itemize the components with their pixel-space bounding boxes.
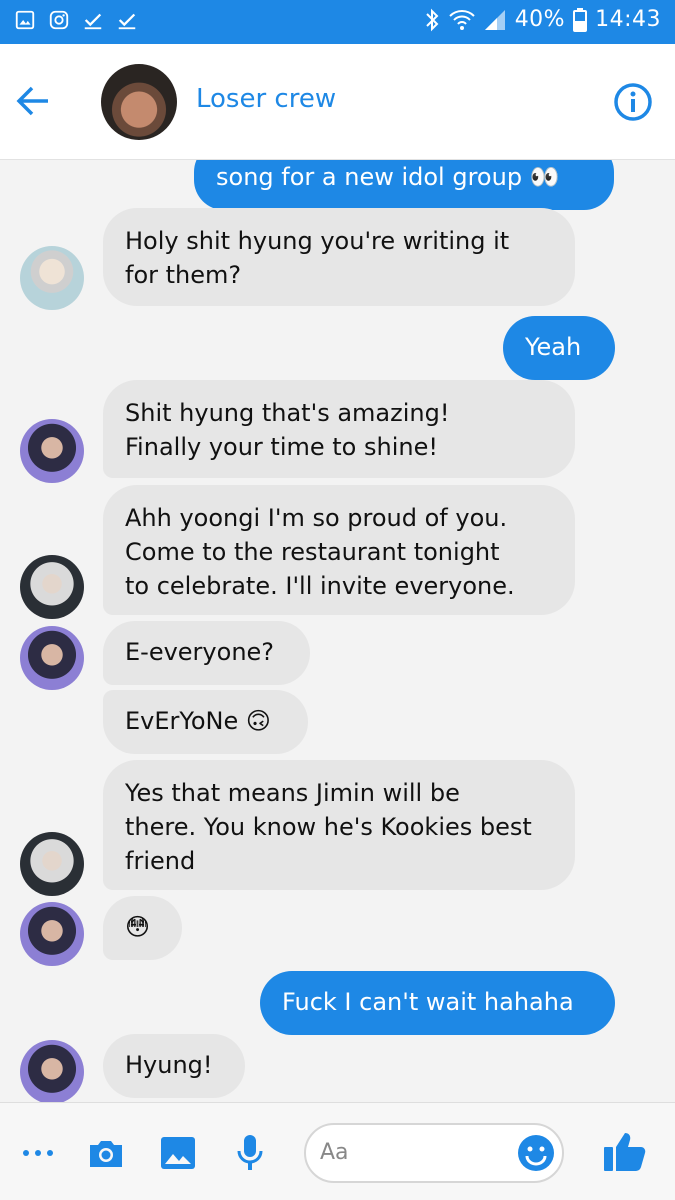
message-input[interactable]: Aa <box>304 1123 564 1183</box>
battery-icon <box>573 7 588 32</box>
microphone-icon[interactable] <box>230 1133 270 1173</box>
status-bar: 40% 14:43 <box>0 0 675 44</box>
message-thread[interactable]: song for a new idol group 👀 Holy shit hy… <box>0 160 675 1102</box>
avatar[interactable] <box>20 832 84 896</box>
message-bubble-incoming[interactable]: Ahh yoongi I'm so proud of you. Come to … <box>103 485 575 615</box>
message-bubble-incoming[interactable]: Holy shit hyung you're writing it for th… <box>103 208 575 306</box>
avatar[interactable] <box>20 246 84 310</box>
group-avatar[interactable] <box>101 64 177 140</box>
info-icon[interactable] <box>613 82 653 122</box>
system-status: 40% 14:43 <box>423 7 661 32</box>
check-icon <box>118 13 136 30</box>
back-arrow-icon[interactable] <box>14 82 52 120</box>
avatar[interactable] <box>20 419 84 483</box>
message-bubble-outgoing[interactable]: Yeah <box>503 316 615 380</box>
wifi-icon <box>448 9 475 30</box>
message-bubble-incoming[interactable]: EvErYoNe 🙃 <box>103 690 308 754</box>
more-options-icon[interactable] <box>18 1133 58 1173</box>
clock: 14:43 <box>595 7 661 32</box>
avatar[interactable] <box>20 902 84 966</box>
conversation-title[interactable]: Loser crew <box>196 84 336 114</box>
gallery-icon <box>15 10 35 30</box>
camera-icon[interactable] <box>86 1133 126 1173</box>
check-icon <box>84 13 102 30</box>
message-bubble-incoming[interactable]: Shit hyung that's amazing! Finally your … <box>103 380 575 478</box>
instagram-icon <box>49 10 69 30</box>
battery-percent: 40% <box>514 7 566 32</box>
thumbs-up-icon[interactable] <box>602 1129 648 1175</box>
message-composer: Aa <box>0 1102 675 1200</box>
bluetooth-icon <box>425 8 439 31</box>
avatar[interactable] <box>20 1040 84 1102</box>
avatar[interactable] <box>20 626 84 690</box>
message-bubble-incoming[interactable]: Hyung! <box>103 1034 245 1098</box>
message-bubble-incoming[interactable]: Yes that means Jimin will be there. You … <box>103 760 575 890</box>
message-input-placeholder: Aa <box>320 1140 349 1165</box>
signal-icon <box>484 9 505 30</box>
message-bubble-outgoing[interactable]: Fuck I can't wait hahaha <box>260 971 615 1035</box>
image-icon[interactable] <box>158 1133 198 1173</box>
emoji-icon[interactable] <box>516 1133 556 1173</box>
avatar[interactable] <box>20 555 84 619</box>
message-bubble-outgoing[interactable]: song for a new idol group 👀 <box>194 160 614 210</box>
message-bubble-incoming[interactable]: 😳 <box>103 896 182 960</box>
message-bubble-incoming[interactable]: E-everyone? <box>103 621 310 685</box>
notification-icons <box>14 9 138 31</box>
conversation-header: Loser crew <box>0 44 675 160</box>
